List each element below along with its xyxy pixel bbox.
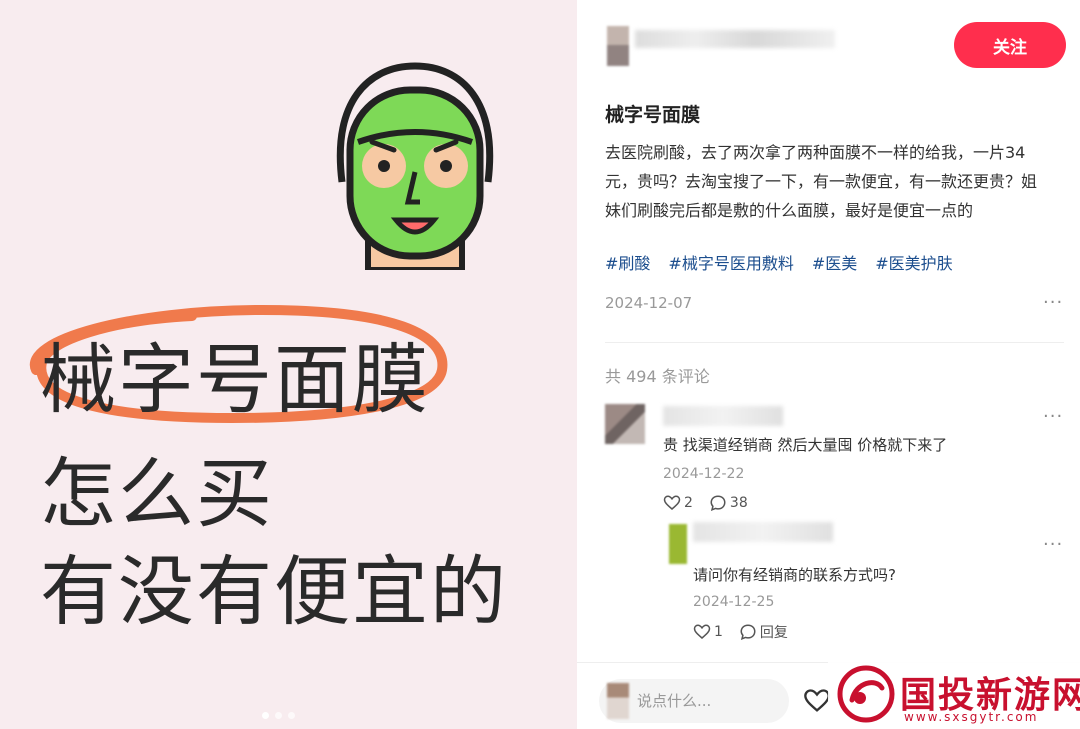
comment-text: 请问你有经销商的联系方式吗?	[693, 566, 896, 584]
commenter-name-blurred[interactable]	[693, 522, 833, 542]
divider	[605, 342, 1064, 343]
headline-line-3: 有没有便宜的	[40, 547, 508, 636]
chat-bubble-icon	[740, 624, 756, 640]
comment-actions: 1 回复	[693, 622, 788, 642]
comment-count: 共 494 条评论	[605, 367, 710, 386]
comment-text: 贵 找渠道经销商 然后大量囤 价格就下来了	[663, 436, 948, 454]
author-avatar[interactable]	[607, 26, 629, 66]
reply-label: 回复	[759, 625, 788, 641]
chat-bubble-icon	[710, 495, 726, 511]
author-name-blurred[interactable]	[635, 30, 835, 48]
site-watermark: 国投新游网 www.sxsgytr.com	[828, 660, 1080, 729]
like-count: 2	[684, 495, 693, 511]
watermark-url: www.sxsgytr.com	[904, 710, 1039, 724]
comment-like-button[interactable]: 1	[693, 623, 723, 641]
commenter-name-blurred[interactable]	[663, 406, 783, 426]
pager-dot[interactable]	[262, 712, 269, 719]
tag-link[interactable]: #刷酸	[605, 250, 650, 274]
comment-input[interactable]	[637, 692, 777, 710]
watermark-logo-icon	[837, 665, 895, 723]
tag-link[interactable]: #医美护肤	[875, 250, 952, 274]
note-detail-panel: 关注 械字号面膜 去医院刷酸，去了两次拿了两种面膜不一样的给我，一片34元，贵吗…	[577, 0, 1080, 729]
note-title: 械字号面膜	[605, 104, 701, 126]
note-date: 2024-12-07	[605, 294, 693, 312]
comment-reply-button[interactable]: 回复	[739, 622, 788, 642]
author-row: 关注	[607, 22, 1066, 68]
reply-count: 38	[729, 495, 748, 511]
note-image[interactable]: 械字号面膜 怎么买 有没有便宜的	[0, 0, 577, 729]
commenter-avatar[interactable]	[669, 524, 687, 564]
image-pager	[262, 712, 295, 719]
comment-actions: 2 38	[663, 494, 748, 512]
pager-dot[interactable]	[275, 712, 282, 719]
face-mask-illustration	[336, 62, 494, 270]
comment-like-button[interactable]: 2	[663, 494, 693, 512]
comment-input-wrapper[interactable]	[599, 679, 789, 723]
tag-link[interactable]: #医美	[812, 250, 857, 274]
heart-icon	[693, 624, 711, 639]
commenter-avatar[interactable]	[605, 404, 645, 444]
like-count: 1	[714, 624, 723, 640]
headline-line-2: 怎么买	[40, 449, 274, 538]
comment-more-icon[interactable]: ···	[1043, 534, 1063, 555]
comment-date: 2024-12-25	[693, 594, 775, 610]
comment-date: 2024-12-22	[663, 466, 745, 482]
heart-icon[interactable]	[803, 687, 831, 715]
note-more-icon[interactable]: ···	[1043, 292, 1063, 313]
comment-reply-button[interactable]: 38	[709, 494, 748, 512]
tag-link[interactable]: #械字号医用敷料	[668, 250, 793, 274]
tag-list: #刷酸 #械字号医用敷料 #医美 #医美护肤	[605, 250, 953, 274]
follow-button[interactable]: 关注	[954, 22, 1066, 68]
headline-line-1: 械字号面膜	[40, 335, 430, 424]
note-body: 去医院刷酸，去了两次拿了两种面膜不一样的给我，一片34元，贵吗？去淘宝搜了一下，…	[605, 143, 1038, 220]
heart-icon	[663, 495, 681, 510]
comment-more-icon[interactable]: ···	[1043, 406, 1063, 427]
my-avatar	[607, 683, 629, 719]
pager-dot[interactable]	[288, 712, 295, 719]
